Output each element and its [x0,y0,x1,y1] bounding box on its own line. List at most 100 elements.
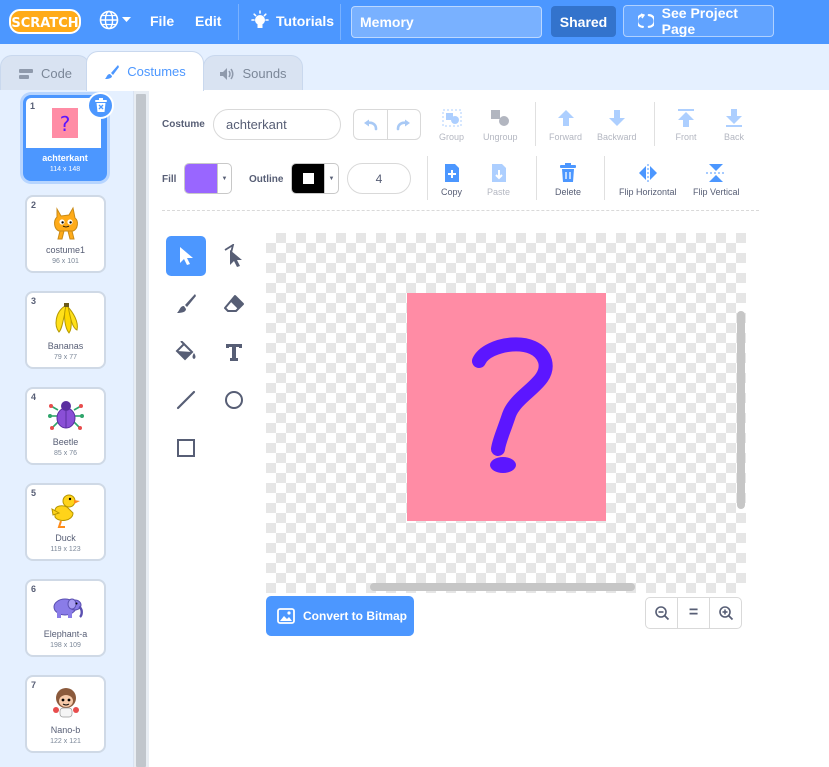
file-menu[interactable]: File [150,13,174,29]
project-title-input[interactable] [351,6,542,38]
language-menu[interactable] [99,10,131,30]
delete-costume-button[interactable] [87,92,114,119]
delete-button[interactable]: Delete [555,163,581,197]
tab-sounds[interactable]: Sounds [203,55,303,91]
equals-icon: = [688,604,699,621]
costume-item-nano-b[interactable]: 7 Nano-b 122 x 121 [25,675,106,753]
shared-button[interactable]: Shared [551,6,616,37]
flip-vertical-label: Flip Vertical [693,187,740,197]
menu-divider [340,4,341,40]
costume-item-bananas[interactable]: 3 Bananas 79 x 77 [25,291,106,369]
copy-button[interactable]: Copy [441,163,462,197]
tutorials-button[interactable]: Tutorials [250,10,334,32]
costume-size: 85 x 76 [54,450,77,457]
beetle-icon [47,397,84,433]
redo-button[interactable] [386,110,421,139]
chevron-down-icon: ▼ [217,164,231,193]
outline-color-picker[interactable]: ▼ [291,163,339,194]
flip-horizontal-label: Flip Horizontal [619,187,677,197]
edit-menu[interactable]: Edit [195,13,221,29]
group-label: Group [439,132,465,142]
fill-tool[interactable] [166,332,206,372]
canvas-horizontal-scrollbar[interactable] [370,583,635,591]
trash-icon [94,98,107,112]
fill-color-swatch [185,164,218,193]
select-tool[interactable] [166,236,206,276]
costume-name: Elephant-a [43,629,88,639]
group-icon [442,109,461,127]
eraser-tool[interactable] [214,284,254,324]
see-project-page-button[interactable]: See Project Page [623,5,774,37]
costume-number: 7 [31,680,37,690]
flip-vertical-button[interactable]: Flip Vertical [693,163,740,197]
zoom-controls: = [645,597,742,629]
globe-icon [99,10,119,30]
tab-code[interactable]: Code [0,55,90,91]
chevron-down-icon [122,17,131,22]
undo-button[interactable] [354,110,387,139]
costume-size: 79 x 77 [54,354,77,361]
stroke-width-input[interactable] [347,163,411,194]
costume-name: achterkant [42,153,88,163]
back-button[interactable]: Back [723,108,745,142]
fill-color-picker[interactable]: ▼ [184,163,232,194]
text-icon [226,344,242,361]
costume-artwork[interactable] [407,293,606,521]
rectangle-icon [177,439,195,457]
scratch-logo[interactable]: SCRATCH [9,8,81,35]
convert-to-bitmap-button[interactable]: Convert to Bitmap [266,596,414,636]
costume-size: 114 x 148 [49,166,81,173]
zoom-out-button[interactable] [646,598,677,628]
tab-costumes[interactable]: Costumes [86,51,204,91]
reshape-tool[interactable] [214,236,254,276]
costume-name: Beetle [52,437,79,447]
convert-to-bitmap-label: Convert to Bitmap [303,609,408,623]
toolbar-separator [654,102,655,146]
line-tool[interactable] [166,380,206,420]
brush-icon [105,64,120,79]
costume-number: 5 [31,488,37,498]
forward-button[interactable]: Forward [549,108,582,142]
paste-button[interactable]: Paste [487,163,510,197]
editor-tabs: Code Costumes Sounds [0,44,829,91]
costume-item-costume1[interactable]: 2 costume1 96 x 101 [25,195,106,273]
ungroup-button[interactable]: Ungroup [483,108,518,142]
flip-horizontal-button[interactable]: Flip Horizontal [619,163,677,197]
rectangle-tool[interactable] [166,428,206,468]
tutorials-label: Tutorials [276,13,335,29]
backward-button[interactable]: Backward [597,108,637,142]
paint-canvas[interactable] [266,233,746,593]
menu-divider [238,4,239,40]
image-icon [277,608,295,624]
costume-name-input[interactable] [213,109,341,140]
costume-item-duck[interactable]: 5 Duck 119 x 123 [25,483,106,561]
group-button[interactable]: Group [439,108,464,142]
zoom-reset-button[interactable]: = [677,598,709,628]
tab-costumes-label: Costumes [127,64,186,79]
toolbar-divider [162,210,759,211]
circle-tool[interactable] [214,380,254,420]
costume-item-beetle[interactable]: 4 Beetle 85 x 76 [25,387,106,465]
costume-number: 3 [31,296,37,306]
zoom-in-button[interactable] [709,598,741,628]
canvas-vertical-scrollbar[interactable] [737,311,745,509]
forward-label: Forward [549,132,583,142]
costume-size: 96 x 101 [52,258,79,265]
scrollbar-thumb[interactable] [136,94,146,767]
text-tool[interactable] [214,332,254,372]
flip-vertical-icon [706,164,727,182]
costume-number: 1 [30,101,36,111]
eraser-icon [224,295,244,312]
costume-list-scrollbar[interactable] [134,90,149,767]
costume-item-elephant-a[interactable]: 6 Elephant-a 198 x 109 [25,579,106,657]
tab-sounds-label: Sounds [242,66,287,81]
front-button[interactable]: Front [675,108,697,142]
toolbar-separator [535,102,536,146]
copy-label: Copy [441,187,463,197]
question-card-thumbnail: ? [47,105,83,141]
menu-bar: SCRATCH File Edit Tutorials Memory Share… [0,0,829,44]
brush-tool[interactable] [166,284,206,324]
tab-code-label: Code [40,66,73,81]
bananas-icon [48,301,84,337]
toolbar-separator [536,156,537,200]
